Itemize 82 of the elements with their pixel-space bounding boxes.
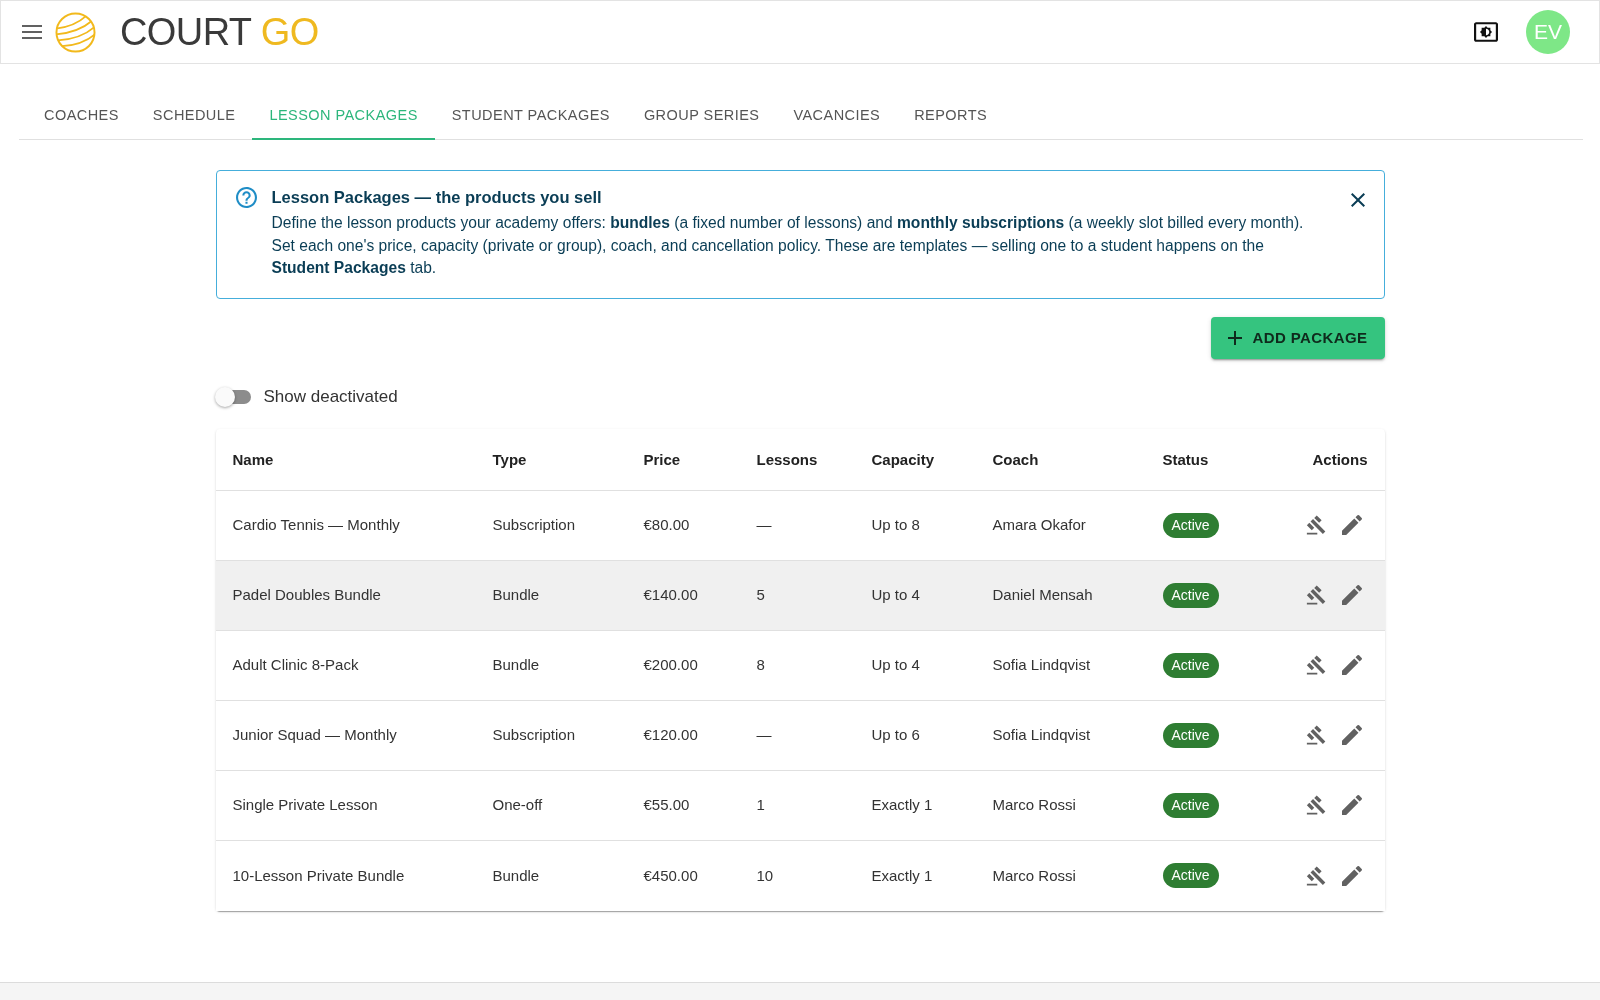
nav-tab[interactable]: COACHES	[27, 92, 136, 140]
status-chip: Active	[1162, 512, 1219, 538]
menu-button[interactable]	[22, 25, 42, 39]
gavel-icon	[1305, 725, 1326, 745]
table-cell: Subscription	[492, 516, 576, 533]
gavel-icon	[1305, 655, 1326, 675]
table-cell: Cardio Tennis — Monthly	[232, 516, 400, 533]
status-chip: Active	[1162, 652, 1219, 678]
column-header: Actions	[1311, 450, 1368, 468]
status-chip: Active	[1162, 722, 1219, 748]
status-chip: Active	[1162, 582, 1219, 608]
column-header: Price	[643, 450, 682, 468]
table-cell: One-off	[492, 796, 543, 813]
gavel-icon	[1305, 795, 1326, 815]
close-button[interactable]	[1348, 191, 1367, 209]
table-cell: Subscription	[492, 726, 576, 743]
banner-text: Define the lesson products your academy offers: bundles (a fixed number of lessons) and monthly subscriptions (a weekly slot billed every month). Set each one's price, capacity (private or group), coach, and cancellation policy. These are templates — selling one to a student happens on the Student Packages tab.	[271, 213, 1305, 278]
help-icon	[235, 187, 257, 208]
plus-icon	[1227, 330, 1242, 345]
table-cell: Amara Okafor	[992, 516, 1086, 533]
table-cell: Single Private Lesson	[232, 796, 378, 813]
table-cell: Sofia Lindqvist	[992, 726, 1091, 743]
table-cell: Padel Doubles Bundle	[232, 586, 381, 603]
table-cell: Bundle	[492, 586, 540, 603]
column-header: Type	[492, 450, 528, 468]
table-cell: Marco Rossi	[992, 866, 1076, 884]
table-cell: 10	[756, 866, 774, 884]
nav-tab[interactable]: SCHEDULE	[135, 92, 253, 140]
column-header: Name	[232, 450, 275, 468]
table-cell: Up to 8	[871, 516, 920, 533]
table-cell: 5	[756, 586, 765, 603]
status-chip: Active	[1162, 792, 1219, 818]
pencil-icon	[1341, 725, 1362, 745]
close-icon	[1350, 193, 1365, 207]
nav-tab[interactable]: GROUP SERIES	[626, 92, 777, 140]
pencil-icon	[1341, 585, 1362, 605]
table-cell: Exactly 1	[871, 866, 933, 884]
table-cell: 10-Lesson Private Bundle	[232, 866, 405, 884]
table-cell: 8	[756, 656, 765, 673]
table-cell: Up to 4	[871, 586, 920, 603]
pencil-icon	[1341, 865, 1362, 886]
pencil-icon	[1341, 515, 1362, 535]
table-cell: €80.00	[643, 516, 690, 533]
table-cell: €120.00	[643, 726, 698, 743]
table-cell: Up to 6	[871, 726, 920, 743]
nav-tab[interactable]: VACANCIES	[776, 92, 898, 140]
table-cell: Sofia Lindqvist	[992, 656, 1091, 673]
brightness-icon	[1474, 22, 1498, 42]
table-cell: Up to 4	[871, 656, 920, 673]
table-cell: €140.00	[643, 586, 698, 603]
gavel-icon	[1305, 865, 1326, 886]
nav-tab[interactable]: REPORTS	[897, 92, 1005, 140]
table-cell: Bundle	[492, 656, 540, 673]
table-cell: €200.00	[643, 656, 698, 673]
table-cell: Junior Squad — Monthly	[232, 726, 397, 743]
column-header: Status	[1162, 450, 1210, 468]
add-package-button[interactable]: ADD PACKAGE	[1210, 316, 1385, 359]
pencil-icon	[1341, 795, 1362, 815]
column-header: Capacity	[871, 450, 936, 468]
logo-text: COURT GO	[120, 13, 319, 51]
table-cell: Adult Clinic 8-Pack	[232, 656, 359, 673]
status-chip: Active	[1162, 863, 1219, 888]
table-cell: Exactly 1	[871, 796, 933, 813]
brightness-button[interactable]	[1474, 22, 1498, 42]
table-cell: —	[756, 516, 772, 533]
column-header: Lessons	[756, 450, 819, 468]
table-cell: 1	[756, 796, 765, 813]
table-cell: Bundle	[492, 866, 540, 884]
ball-logo-icon	[55, 11, 96, 53]
banner-title: Lesson Packages — the products you sell	[271, 187, 603, 208]
toggle-label: Show deactivated	[263, 386, 398, 407]
gavel-icon	[1305, 585, 1326, 605]
nav-tab[interactable]: STUDENT PACKAGES	[434, 92, 627, 140]
pencil-icon	[1341, 655, 1362, 675]
gavel-icon	[1305, 515, 1326, 535]
table-cell: —	[756, 726, 772, 743]
table-cell: €450.00	[643, 866, 698, 884]
table-cell: Daniel Mensah	[992, 586, 1093, 603]
column-header: Coach	[992, 450, 1040, 468]
menu-icon	[22, 25, 42, 39]
table-cell: €55.00	[643, 796, 690, 813]
table-cell: Marco Rossi	[992, 796, 1076, 813]
